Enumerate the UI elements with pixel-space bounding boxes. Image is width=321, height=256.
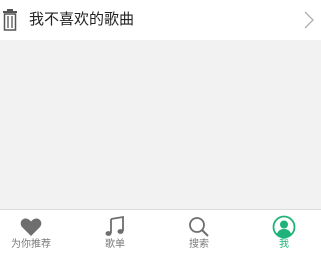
tab-playlist[interactable]: 歌单 xyxy=(80,210,150,256)
row-label: 我不喜欢的歌曲 xyxy=(29,10,135,28)
disliked-songs-row[interactable]: 我不喜欢的歌曲 xyxy=(0,0,321,40)
tab-label: 我 xyxy=(279,239,289,250)
music-note-icon xyxy=(105,215,124,236)
user-icon xyxy=(272,215,296,239)
chevron-right-icon xyxy=(304,11,314,29)
tab-label: 搜索 xyxy=(189,239,209,250)
tab-search[interactable]: 搜索 xyxy=(164,210,234,256)
heart-icon xyxy=(20,218,42,236)
bottom-tab-bar: 为你推荐 歌单 搜索 我 xyxy=(0,209,321,256)
trash-icon xyxy=(3,9,17,31)
tab-label: 为你推荐 xyxy=(11,239,51,250)
screen: 我不喜欢的歌曲 为你推荐 歌单 搜索 我 xyxy=(0,0,321,256)
tab-label: 歌单 xyxy=(105,239,125,250)
tab-recommend[interactable]: 为你推荐 xyxy=(0,210,66,256)
search-icon xyxy=(189,217,209,237)
tab-me[interactable]: 我 xyxy=(249,210,319,256)
